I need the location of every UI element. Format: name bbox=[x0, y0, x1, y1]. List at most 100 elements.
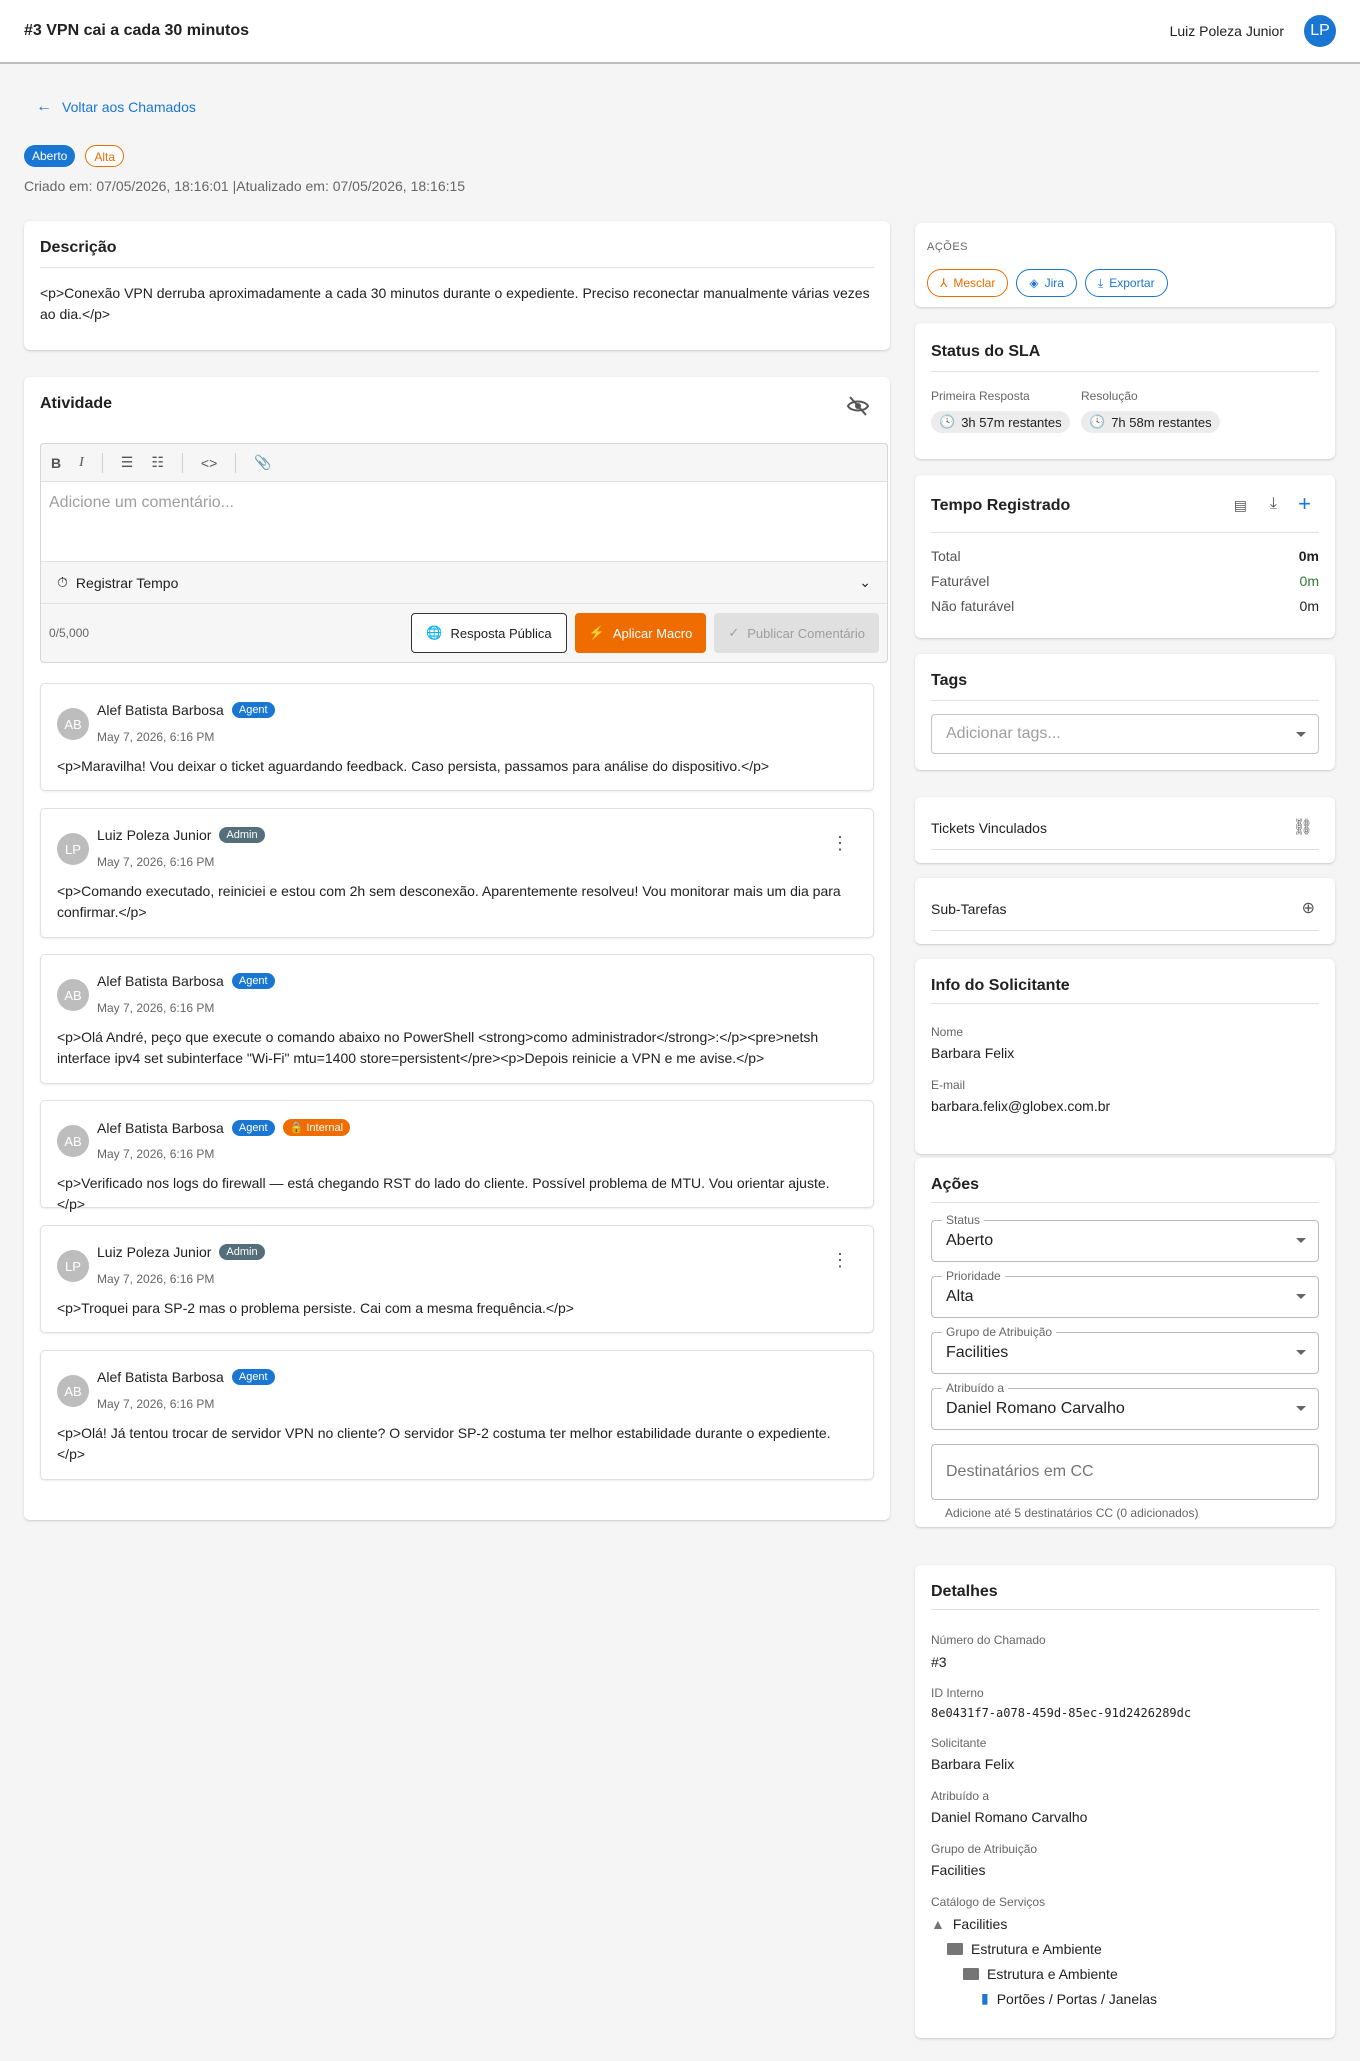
linked-tickets-card[interactable]: Tickets Vinculados ⛓ bbox=[915, 797, 1335, 863]
publish-comment-button[interactable]: ✓ Publicar Comentário bbox=[714, 613, 879, 653]
public-reply-button[interactable]: 🌐 Resposta Pública bbox=[411, 613, 567, 653]
priority-select[interactable]: Prioridade Alta bbox=[931, 1269, 1319, 1318]
catalog-label: Catálogo de Serviços bbox=[931, 1895, 1046, 1909]
merge-label: Mesclar bbox=[953, 276, 996, 290]
detail-requester: Barbara Felix bbox=[931, 1756, 1015, 1772]
avatar: LP bbox=[57, 1250, 89, 1282]
catalog-node-label: Estrutura e Ambiente bbox=[971, 1940, 1102, 1957]
merge-button[interactable]: ⅄ Mesclar bbox=[927, 269, 1009, 297]
comment-text: <p>Maravilha! Vou deixar o ticket aguard… bbox=[57, 758, 770, 774]
requester-name: Barbara Felix bbox=[931, 1045, 1015, 1061]
bold-button[interactable]: B bbox=[51, 455, 61, 471]
linked-tickets-title: Tickets Vinculados bbox=[931, 820, 1047, 836]
jira-button[interactable]: ◈ Jira bbox=[1016, 269, 1077, 297]
comment-author: Alef Batista Barbosa bbox=[97, 1119, 224, 1136]
avatar: LP bbox=[57, 833, 89, 865]
comment-author: Alef Batista Barbosa bbox=[97, 1369, 224, 1385]
chevron-down-icon bbox=[1296, 1406, 1306, 1411]
merge-icon: ⅄ bbox=[940, 276, 948, 290]
group-select[interactable]: Grupo de Atribuição Facilities bbox=[931, 1325, 1319, 1374]
attachment-icon[interactable]: 📎 bbox=[254, 454, 271, 471]
cc-input[interactable]: Destinatários em CC bbox=[931, 1444, 1319, 1500]
time-title: Tempo Registrado bbox=[931, 497, 1071, 514]
back-link[interactable]: ← Voltar aos Chamados bbox=[36, 98, 196, 116]
internal-id: 8e0431f7-a078-459d-85ec-91d2426289dc bbox=[931, 1706, 1192, 1720]
catalog-node[interactable]: ▮ Portões / Portas / Janelas bbox=[931, 1986, 1157, 2011]
internal-label: Internal bbox=[306, 1122, 344, 1134]
avatar[interactable]: LP bbox=[1304, 15, 1336, 47]
apply-macro-label: Aplicar Macro bbox=[612, 625, 693, 641]
internal-badge: 🔒 Internal bbox=[282, 1119, 351, 1136]
time-row-label: Não faturável bbox=[931, 597, 1015, 614]
quick-actions-card: AÇÕES ⅄ Mesclar ◈ Jira ⤓ Exportar bbox=[915, 223, 1335, 307]
time-card: Tempo Registrado ▤ ⤓ + Total 0m Faturável… bbox=[915, 475, 1335, 638]
detail-assignee-label: Atribuído a bbox=[931, 1789, 990, 1803]
time-rows: Total 0m Faturável 0m Não faturável 0m bbox=[931, 543, 1319, 618]
register-time-toggle[interactable]: ⏱ Registrar Tempo ⌄ bbox=[41, 562, 887, 604]
first-response-label: Primeira Resposta bbox=[931, 389, 1030, 403]
clock-icon: 🕓 bbox=[1089, 414, 1106, 429]
chevron-down-icon bbox=[1296, 1238, 1306, 1243]
ticket-actions-card: Ações Status Aberto Prioridade Alta Grupo … bbox=[915, 1158, 1335, 1527]
catalog-node[interactable]: Estrutura e Ambiente bbox=[931, 1936, 1157, 1961]
comment-input[interactable]: Adicione um comentário... bbox=[41, 482, 887, 562]
priority-select-value: Alta bbox=[946, 1288, 974, 1305]
divider bbox=[40, 267, 874, 268]
catalog-node[interactable]: ▲ Facilities bbox=[931, 1911, 1157, 1936]
role-badge: Agent bbox=[231, 702, 275, 718]
status-select-value: Aberto bbox=[946, 1232, 994, 1249]
status-badge: Aberto bbox=[24, 145, 76, 167]
clock-icon: 🕓 bbox=[939, 414, 956, 429]
tags-card: Tags Adicionar tags... bbox=[915, 654, 1335, 770]
add-icon[interactable]: + bbox=[1298, 491, 1311, 517]
ticket-number: #3 bbox=[931, 1654, 947, 1670]
comment-author-row: Alef Batista Barbosa Agent 🔒 Internal bbox=[97, 1119, 351, 1136]
time-row-value: 0m bbox=[1298, 547, 1319, 564]
chevron-down-icon bbox=[1296, 1294, 1306, 1299]
list-icon[interactable]: ▤ bbox=[1234, 497, 1247, 514]
export-label: Exportar bbox=[1109, 276, 1155, 290]
publish-comment-label: Publicar Comentário bbox=[747, 625, 865, 641]
apply-macro-button[interactable]: ⚡ Aplicar Macro bbox=[574, 613, 707, 653]
folder-icon bbox=[947, 1942, 963, 1955]
code-button[interactable]: <> bbox=[201, 455, 217, 471]
avatar: AB bbox=[57, 979, 89, 1011]
comment-author-row: Alef Batista Barbosa Agent bbox=[97, 973, 275, 989]
assignee-select[interactable]: Atribuído a Daniel Romano Carvalho bbox=[931, 1381, 1319, 1430]
numbered-list-icon[interactable]: ☷ bbox=[151, 454, 164, 471]
comment-date: May 7, 2026, 6:16 PM bbox=[97, 1001, 215, 1015]
comment-author-row: Alef Batista Barbosa Agent bbox=[97, 702, 275, 718]
divider bbox=[931, 1202, 1319, 1203]
more-vert-icon[interactable]: ⋮ bbox=[831, 833, 849, 854]
comment-text: <p>Comando executado, reiniciei e estou … bbox=[57, 883, 841, 920]
comment-card: LP Luiz Poleza Junior Admin May 7, 2026, 6:… bbox=[40, 808, 874, 938]
divider bbox=[931, 930, 1319, 931]
subtasks-title: Sub-Tarefas bbox=[931, 901, 1007, 917]
avatar: AB bbox=[57, 708, 89, 740]
catalog-node-label: Facilities bbox=[952, 1915, 1008, 1932]
tags-input[interactable]: Adicionar tags... bbox=[931, 714, 1319, 754]
role-badge: Admin bbox=[219, 827, 265, 843]
time-row-label: Faturável bbox=[931, 572, 990, 589]
requester-email[interactable]: barbara.felix@globex.com.br bbox=[931, 1098, 1110, 1114]
download-icon[interactable]: ⤓ bbox=[1270, 495, 1277, 513]
add-task-icon[interactable]: ⊕ bbox=[1302, 898, 1315, 918]
link-add-icon[interactable]: ⛓ bbox=[1293, 817, 1313, 837]
catalog-tree: ▲ Facilities Estrutura e Ambiente Estrutu… bbox=[931, 1911, 1157, 2011]
catalog-node[interactable]: Estrutura e Ambiente bbox=[931, 1961, 1157, 1986]
role-badge: Agent bbox=[231, 1369, 275, 1385]
quick-actions-title: AÇÕES bbox=[927, 241, 969, 253]
more-vert-icon[interactable]: ⋮ bbox=[831, 1250, 849, 1271]
activity-title: Atividade bbox=[40, 395, 113, 412]
italic-button[interactable]: I bbox=[79, 455, 84, 471]
export-button[interactable]: ⤓ Exportar bbox=[1084, 269, 1168, 297]
requester-title: Info do Solicitante bbox=[931, 977, 1070, 994]
subtasks-card[interactable]: Sub-Tarefas ⊕ bbox=[915, 878, 1335, 944]
divider bbox=[931, 1003, 1319, 1004]
user-name[interactable]: Luiz Poleza Junior bbox=[1170, 23, 1284, 39]
comment-text: <p>Verificado nos logs do firewall — est… bbox=[57, 1175, 830, 1212]
status-select[interactable]: Status Aberto bbox=[931, 1213, 1319, 1262]
eye-off-icon[interactable] bbox=[846, 395, 870, 422]
activity-card: Atividade B I ☰ ☷ <> 📎 Adicione um comen… bbox=[24, 377, 890, 1520]
bullet-list-icon[interactable]: ☰ bbox=[121, 454, 134, 471]
